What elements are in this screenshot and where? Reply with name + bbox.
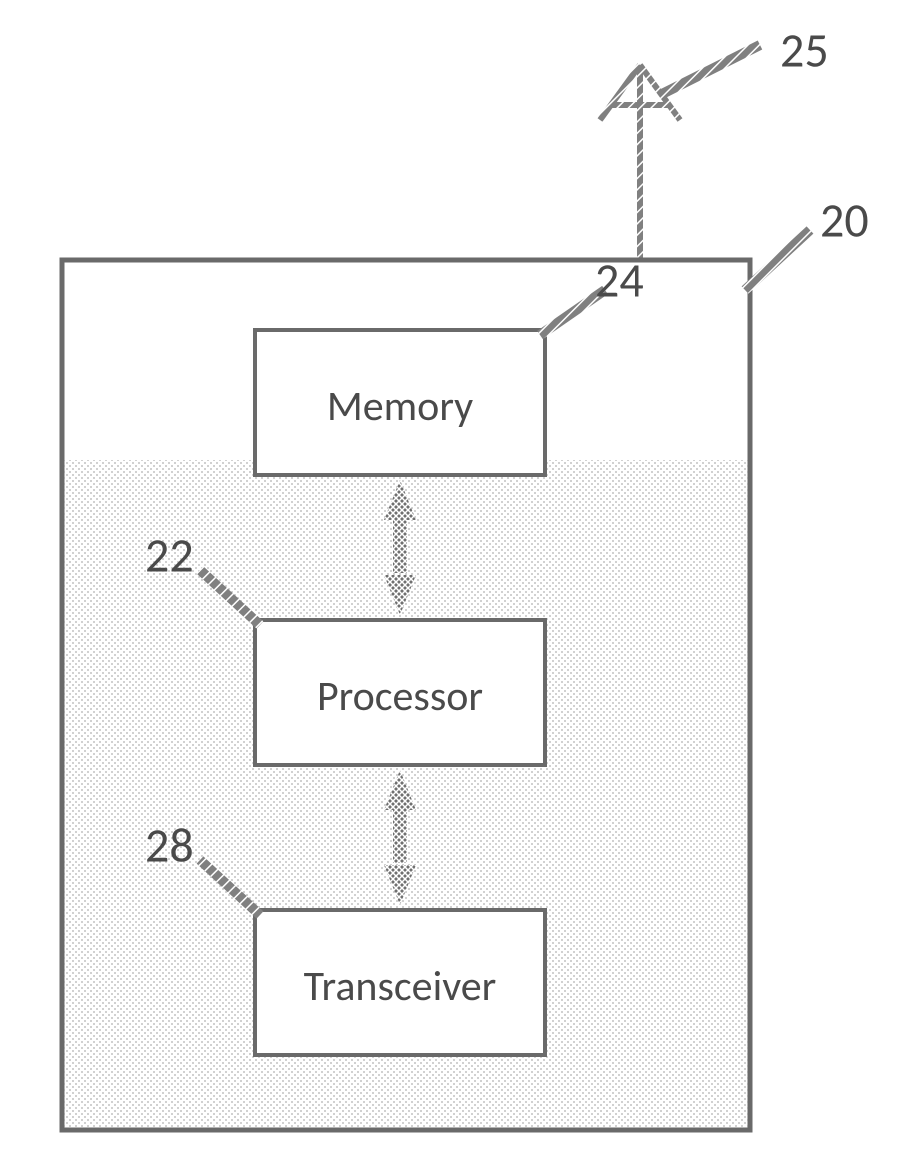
memory-block: Memory xyxy=(255,330,545,475)
ref-processor: 22 xyxy=(145,525,194,584)
ref-antenna: 25 xyxy=(780,20,829,79)
ref-device: 20 xyxy=(820,190,869,249)
block-diagram: 25 20 Memory 24 Processor 22 Transceiver xyxy=(0,0,897,1165)
ref-transceiver: 28 xyxy=(145,815,194,874)
transceiver-label: Transceiver xyxy=(304,961,497,1012)
transceiver-block: Transceiver xyxy=(255,910,545,1055)
memory-label: Memory xyxy=(327,381,473,432)
leader-antenna xyxy=(660,45,760,95)
ref-memory: 24 xyxy=(595,250,644,309)
leader-device xyxy=(745,230,810,290)
processor-label: Processor xyxy=(317,671,483,722)
processor-block: Processor xyxy=(255,620,545,765)
